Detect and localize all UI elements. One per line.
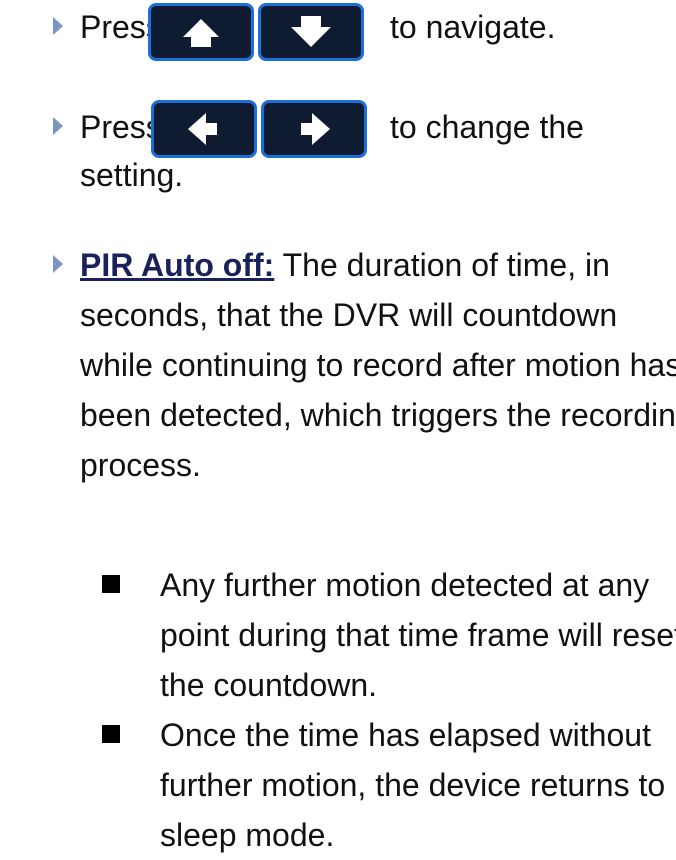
down-arrow-icon	[291, 16, 331, 47]
up-arrow-key	[148, 3, 254, 61]
change-press-label: Press	[80, 109, 162, 145]
right-arrow-icon	[301, 113, 330, 145]
square-bullet	[102, 575, 120, 593]
bullet-marker	[53, 17, 63, 35]
sub-bullet-line: further motion, the device returns to	[160, 767, 666, 803]
up-arrow-icon	[183, 19, 219, 47]
nav-suffix-label: to navigate.	[390, 9, 556, 45]
sub-bullet-line: the countdown.	[160, 667, 378, 703]
sub-bullet-line: sleep mode.	[160, 817, 335, 853]
pir-line: been detected, which triggers the record…	[80, 397, 676, 433]
pir-title: PIR Auto off:	[80, 247, 275, 283]
pir-first-line: PIR Auto off: The duration of time, in	[80, 240, 610, 290]
right-arrow-key	[261, 100, 367, 158]
square-bullet	[102, 725, 120, 743]
pir-line: process.	[80, 447, 201, 483]
pir-line: seconds, that the DVR will countdown	[80, 297, 618, 333]
bullet-marker	[53, 117, 63, 135]
down-arrow-key	[258, 3, 364, 61]
change-continuation: setting.	[80, 157, 184, 193]
pir-line: while continuing to record after motion …	[80, 347, 676, 383]
change-suffix-label: to change the	[390, 109, 584, 145]
bullet-marker	[53, 255, 63, 273]
pir-line: The duration of time, in	[282, 247, 610, 283]
left-arrow-icon	[188, 113, 217, 145]
sub-bullet-line: point during that time frame will reset	[160, 617, 676, 653]
sub-bullet-line: Once the time has elapsed without	[160, 717, 651, 753]
sub-bullet-line: Any further motion detected at any	[160, 567, 650, 603]
